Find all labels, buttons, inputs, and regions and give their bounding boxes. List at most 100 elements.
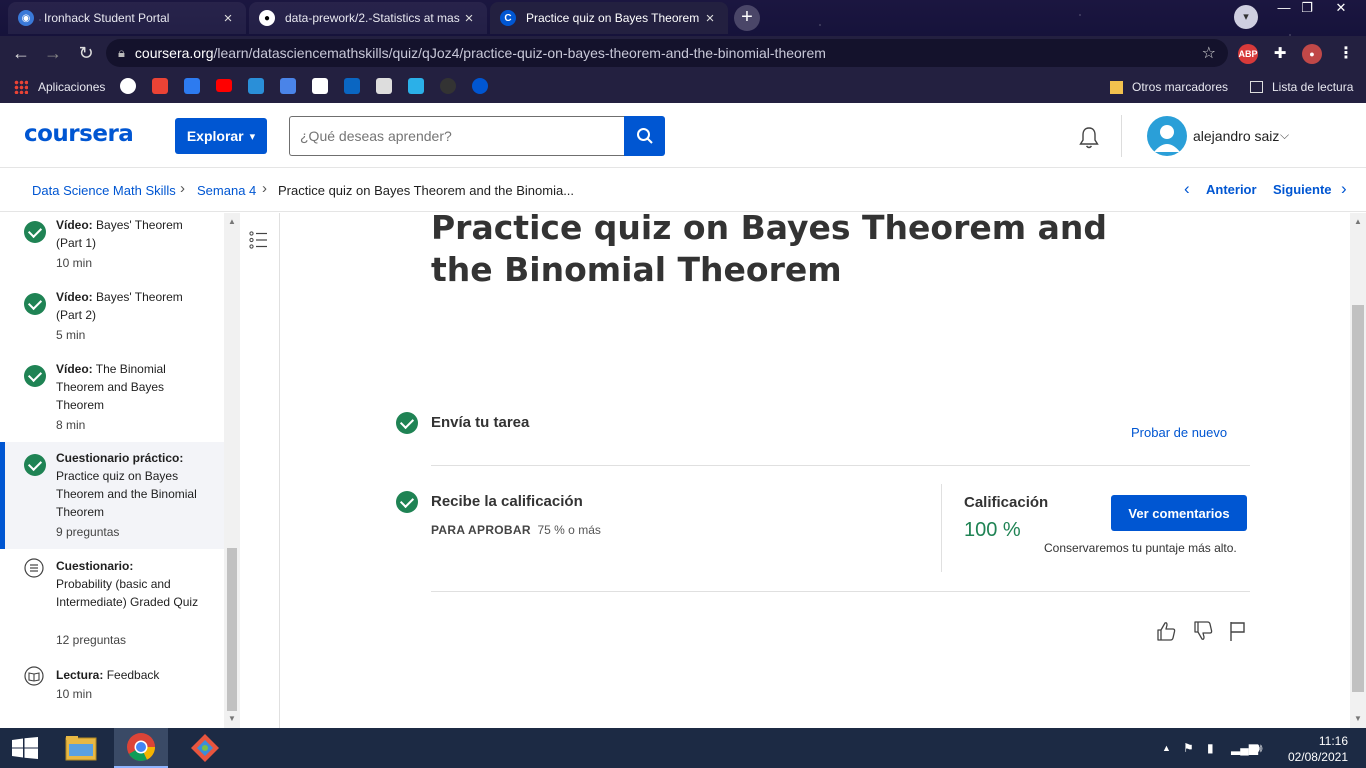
notification-bell-icon[interactable] bbox=[1076, 125, 1102, 151]
bookmark-icon-10[interactable] bbox=[408, 78, 424, 94]
coursera-favicon-icon: C bbox=[500, 10, 516, 26]
user-menu-chevron-icon[interactable]: ⌵ bbox=[1280, 128, 1289, 143]
breadcrumb-current: Practice quiz on Bayes Theorem and the B… bbox=[278, 183, 575, 198]
url-host: coursera.org bbox=[134, 45, 214, 61]
back-arrow-icon[interactable]: ← bbox=[10, 42, 32, 64]
github-favicon-icon: ● bbox=[259, 10, 275, 26]
sidebar-item-graded-quiz[interactable]: Cuestionario: Probability (basic and Inte… bbox=[0, 550, 224, 656]
scroll-down-arrow-icon[interactable]: ▼ bbox=[228, 714, 236, 723]
previous-link[interactable]: Anterior bbox=[1206, 182, 1257, 197]
new-tab-button[interactable]: + bbox=[734, 5, 760, 31]
file-explorer-taskbar-button[interactable] bbox=[55, 728, 107, 768]
volume-icon[interactable]: 🔊︎ bbox=[1255, 741, 1263, 756]
tab-github[interactable]: ● data-prework/2.-Statistics at mas × bbox=[249, 2, 487, 34]
main-scrollbar-thumb[interactable] bbox=[1352, 305, 1364, 692]
reading-list-icon bbox=[1250, 81, 1263, 93]
tab-title: data-prework/2.-Statistics at mas bbox=[285, 11, 460, 25]
retry-link[interactable]: Probar de nuevo bbox=[1131, 425, 1227, 440]
chrome-menu-icon[interactable]: ⋮ bbox=[1336, 44, 1356, 64]
ironhack-favicon-icon: ◉ bbox=[18, 10, 34, 26]
bookmark-icon-5[interactable] bbox=[248, 78, 264, 94]
pass-label: PARA APROBAR bbox=[431, 523, 531, 537]
sidebar-scrollbar-thumb[interactable] bbox=[227, 548, 237, 711]
bookmark-icon-9[interactable] bbox=[376, 78, 392, 94]
tab-close-icon[interactable]: × bbox=[702, 10, 718, 27]
breadcrumb-chevron-icon: › bbox=[180, 180, 185, 197]
gitkraken-taskbar-button[interactable] bbox=[180, 728, 230, 768]
sidebar-item-video-bayes-1[interactable]: Vídeo: Bayes' Theorem (Part 1) 10 min bbox=[0, 213, 224, 285]
network-signal-icon[interactable]: ▂▄▆ bbox=[1231, 741, 1258, 755]
coursera-logo[interactable]: coursera bbox=[24, 121, 134, 147]
submit-step-label: Envía tu tarea bbox=[431, 414, 530, 431]
restore-button[interactable]: ❐ bbox=[1293, 0, 1321, 18]
tray-expand-icon[interactable]: ▲ bbox=[1162, 743, 1171, 753]
quiz-list-icon bbox=[24, 558, 44, 578]
taskbar-clock[interactable]: 11:16 02/08/2021 bbox=[1288, 733, 1348, 765]
completed-check-icon bbox=[24, 293, 46, 315]
tab-coursera[interactable]: C Practice quiz on Bayes Theorem a × bbox=[490, 2, 728, 34]
breadcrumb-week[interactable]: Semana 4 bbox=[197, 183, 256, 198]
sidebar-item-video-bayes-2[interactable]: Vídeo: Bayes' Theorem (Part 2) 5 min bbox=[0, 285, 224, 357]
extensions-puzzle-icon[interactable]: ✚ bbox=[1270, 44, 1290, 64]
avatar[interactable] bbox=[1147, 116, 1187, 156]
sidebar-item-reading-feedback[interactable]: Lectura: Feedback 10 min bbox=[0, 656, 224, 728]
scroll-up-arrow-icon[interactable]: ▲ bbox=[1354, 217, 1362, 226]
tab-close-icon[interactable]: × bbox=[461, 10, 477, 27]
bookmark-apps[interactable]: Aplicaciones bbox=[14, 78, 105, 96]
forward-arrow-icon[interactable]: → bbox=[42, 42, 64, 64]
bookmark-icon-7[interactable] bbox=[312, 78, 328, 94]
omnibox[interactable]: 🔒︎ coursera.org/learn/datasciencemathski… bbox=[106, 39, 1228, 67]
completed-check-icon bbox=[396, 491, 418, 513]
next-link[interactable]: Siguiente bbox=[1273, 182, 1332, 197]
flag-icon[interactable] bbox=[1227, 620, 1249, 642]
chevron-right-icon[interactable]: › bbox=[1341, 179, 1347, 199]
clock-date: 02/08/2021 bbox=[1287, 750, 1348, 764]
google-translate-bookmark-icon[interactable] bbox=[280, 78, 296, 94]
youtube-bookmark-icon[interactable] bbox=[216, 79, 232, 92]
outline-list-icon[interactable] bbox=[249, 231, 269, 249]
explore-label: Explorar bbox=[186, 128, 244, 144]
bookmark-reading-list[interactable]: Lista de lectura bbox=[1250, 78, 1353, 96]
site-header: coursera Explorar ▾ ¿Qué deseas aprender… bbox=[0, 103, 1366, 168]
view-feedback-button[interactable]: Ver comentarios bbox=[1111, 495, 1247, 531]
profile-avatar-icon[interactable]: ● bbox=[1302, 44, 1322, 64]
search-icon bbox=[636, 128, 653, 144]
chrome-taskbar-button[interactable] bbox=[114, 728, 168, 768]
tab-close-icon[interactable]: × bbox=[220, 10, 236, 27]
bookmark-other[interactable]: Otros marcadores bbox=[1110, 78, 1228, 96]
linkedin-bookmark-icon[interactable] bbox=[344, 78, 360, 94]
adblock-extension-icon[interactable]: ABP bbox=[1238, 44, 1258, 64]
start-button[interactable] bbox=[0, 728, 50, 768]
sidebar-item-video-binomial[interactable]: Vídeo: The Binomial Theorem and Bayes Th… bbox=[0, 357, 224, 443]
coursera-bookmark-icon[interactable] bbox=[472, 78, 488, 94]
bookmark-star-icon[interactable]: ☆ bbox=[1202, 43, 1216, 63]
gmail-bookmark-icon[interactable] bbox=[152, 78, 168, 94]
battery-icon[interactable]: ▮ bbox=[1207, 741, 1214, 755]
grade-value: 100 % bbox=[964, 519, 1021, 541]
sidebar-item-meta: 5 min bbox=[56, 328, 86, 342]
tab-ironhack[interactable]: ◉ Ironhack Student Portal × bbox=[8, 2, 246, 34]
chrome-profile-icon[interactable]: ▾ bbox=[1234, 5, 1258, 29]
close-window-button[interactable]: ✕ bbox=[1327, 0, 1355, 18]
folder-icon bbox=[65, 736, 97, 761]
search-button[interactable] bbox=[624, 116, 665, 156]
sidebar-item-title: Cuestionario práctico: Practice quiz on B… bbox=[56, 451, 197, 519]
scroll-up-arrow-icon[interactable]: ▲ bbox=[228, 217, 236, 226]
action-flag-icon[interactable]: ⚑ bbox=[1183, 741, 1194, 755]
thumbs-up-icon[interactable] bbox=[1155, 620, 1177, 642]
sidebar-item-practice-quiz[interactable]: Cuestionario práctico: Practice quiz on B… bbox=[0, 442, 224, 549]
thumbs-down-icon[interactable] bbox=[1192, 620, 1214, 642]
dropbox-bookmark-icon[interactable] bbox=[184, 78, 200, 94]
github-bookmark-icon[interactable] bbox=[440, 78, 456, 94]
reload-icon[interactable]: ↻ bbox=[75, 42, 97, 64]
grade-label: Calificación bbox=[964, 494, 1049, 511]
browser-chrome: ◉ Ironhack Student Portal × ● data-prewo… bbox=[0, 0, 1366, 103]
search-input[interactable]: ¿Qué deseas aprender? bbox=[289, 116, 625, 156]
user-name[interactable]: alejandro saiz bbox=[1193, 128, 1279, 144]
google-bookmark-icon[interactable] bbox=[120, 78, 136, 94]
chevron-left-icon[interactable]: ‹ bbox=[1184, 179, 1190, 199]
scroll-down-arrow-icon[interactable]: ▼ bbox=[1354, 714, 1362, 723]
breadcrumb-course[interactable]: Data Science Math Skills bbox=[32, 183, 176, 198]
chevron-down-icon: ▾ bbox=[249, 130, 256, 143]
explore-button[interactable]: Explorar ▾ bbox=[175, 118, 267, 154]
